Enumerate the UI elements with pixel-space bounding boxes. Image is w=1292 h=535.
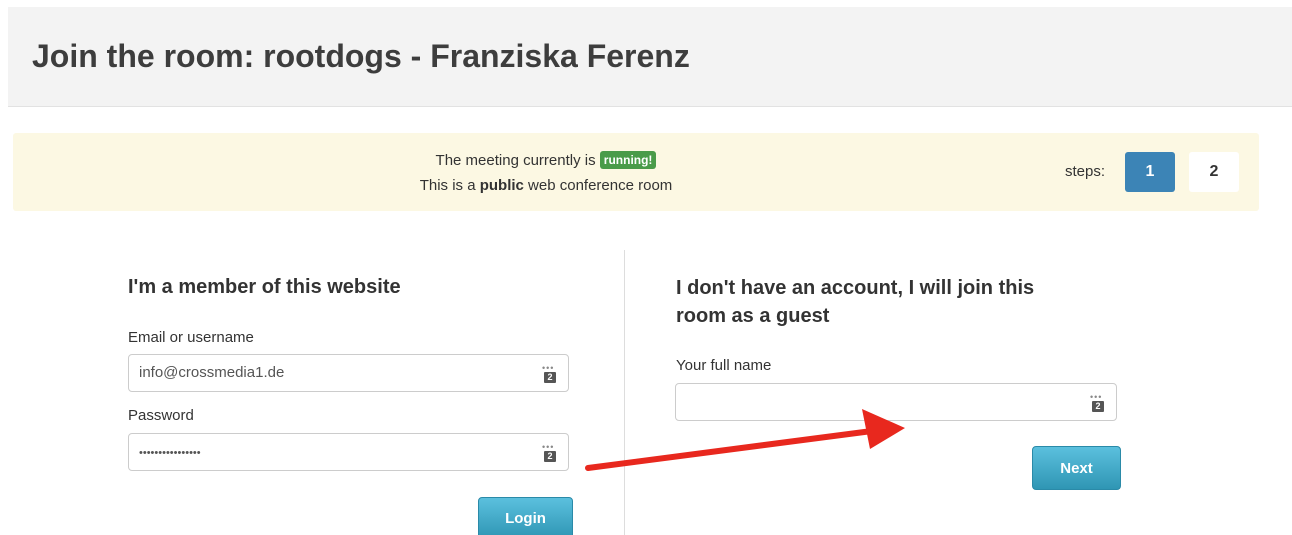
arrow-shaft — [585, 428, 875, 471]
red-arrow-annotation — [585, 409, 905, 471]
arrow-head — [862, 409, 905, 449]
